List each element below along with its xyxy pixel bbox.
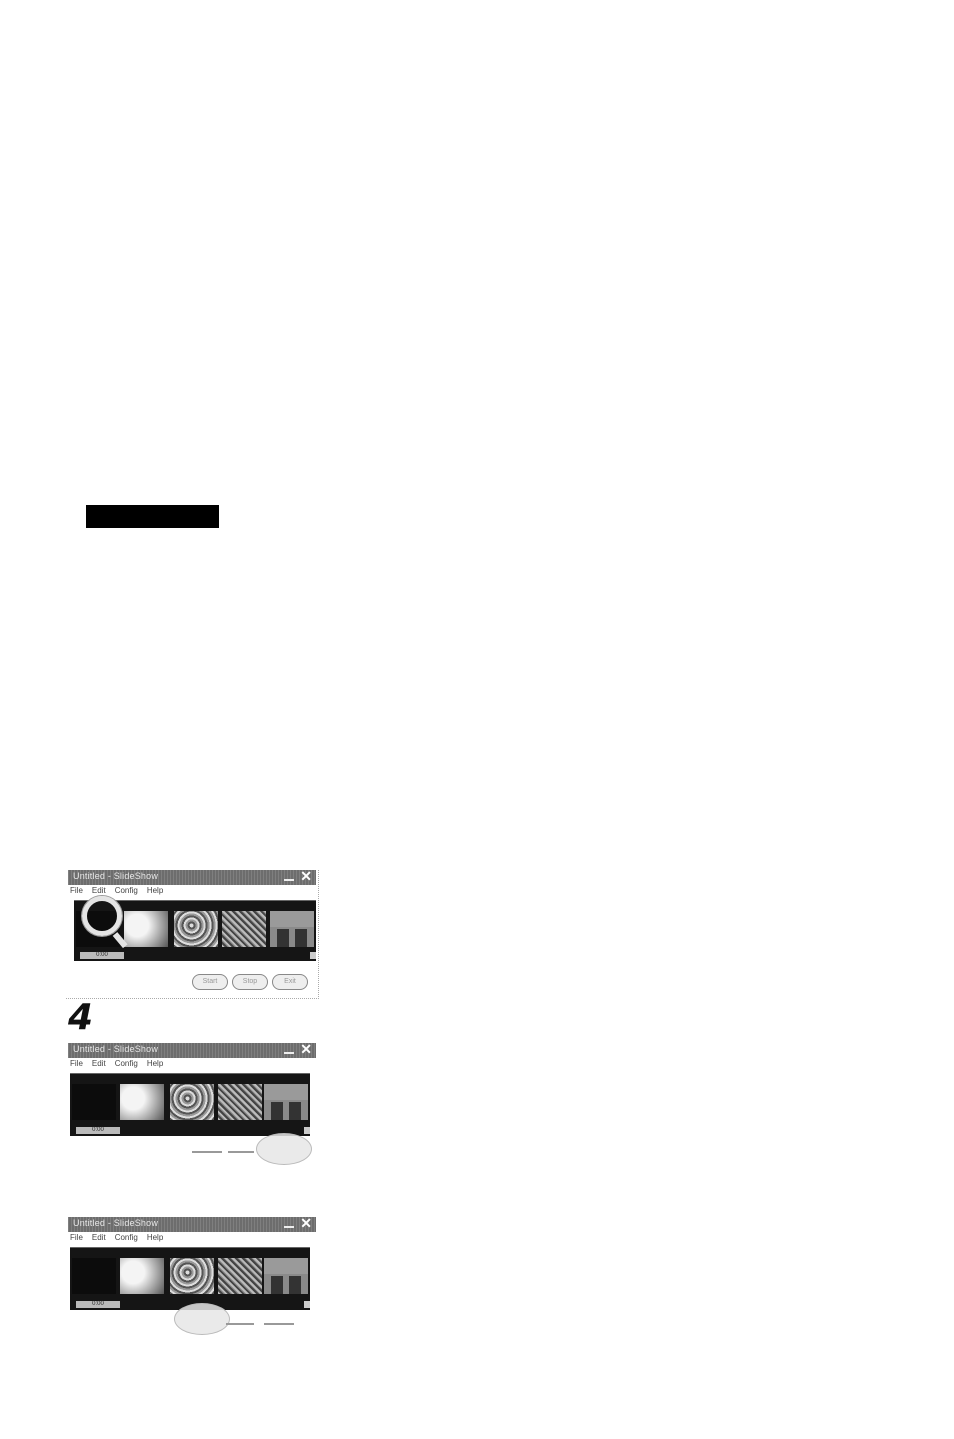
- slide-thumbnail[interactable]: [222, 911, 266, 947]
- slide-thumbnail[interactable]: [218, 1084, 262, 1120]
- action-buttons: Start Stop Exit: [192, 974, 308, 990]
- slide-thumbnail[interactable]: [270, 911, 314, 947]
- window-title: Untitled - SlideShow: [73, 1044, 159, 1054]
- slide-thumbnail[interactable]: [170, 1084, 214, 1120]
- menu-edit[interactable]: Edit: [92, 1059, 106, 1070]
- menu-config[interactable]: Config: [115, 886, 138, 897]
- menu-help[interactable]: Help: [147, 1233, 163, 1244]
- menu-edit[interactable]: Edit: [92, 1233, 106, 1244]
- scrollbar-thumb[interactable]: [304, 1127, 310, 1134]
- start-button[interactable]: Start: [192, 974, 228, 990]
- partial-button: [192, 1151, 222, 1153]
- time-slider[interactable]: 0:00: [80, 952, 124, 959]
- step-number: 4: [68, 997, 94, 1038]
- menu-help[interactable]: Help: [147, 886, 163, 897]
- slide-thumbnail[interactable]: [120, 1258, 164, 1294]
- filmstrip: 0:00: [70, 1247, 310, 1310]
- slide-thumbnail[interactable]: [72, 1258, 116, 1294]
- magnifier-icon: [82, 896, 122, 936]
- slideshow-window-2: Untitled - SlideShow ✕ File Edit Config …: [66, 1042, 318, 1165]
- menu-config[interactable]: Config: [115, 1059, 138, 1070]
- menu-config[interactable]: Config: [115, 1233, 138, 1244]
- minimize-icon[interactable]: [284, 879, 295, 881]
- slideshow-window-1: Untitled - SlideShow ✕ File Edit Config …: [66, 869, 319, 999]
- slide-thumbnail[interactable]: [170, 1258, 214, 1294]
- close-icon[interactable]: ✕: [300, 1216, 312, 1231]
- highlight-marker: [256, 1133, 312, 1165]
- redacted-header-bar: [86, 505, 219, 528]
- slide-thumbnail[interactable]: [124, 911, 168, 947]
- menu-bar: File Edit Config Help: [70, 1233, 163, 1244]
- slide-thumbnail[interactable]: [72, 1084, 116, 1120]
- menu-help[interactable]: Help: [147, 1059, 163, 1070]
- time-slider[interactable]: 0:00: [76, 1301, 120, 1308]
- minimize-icon[interactable]: [284, 1052, 295, 1054]
- scrollbar-thumb[interactable]: [310, 952, 316, 959]
- partial-button: [228, 1151, 254, 1153]
- highlight-marker: [174, 1303, 230, 1335]
- menu-bar: File Edit Config Help: [70, 886, 163, 897]
- slideshow-window-3: Untitled - SlideShow ✕ File Edit Config …: [66, 1216, 318, 1335]
- exit-button[interactable]: Exit: [272, 974, 308, 990]
- title-bar: Untitled - SlideShow ✕: [68, 1216, 316, 1232]
- menu-bar: File Edit Config Help: [70, 1059, 163, 1070]
- title-bar: Untitled - SlideShow ✕: [68, 1042, 316, 1058]
- partial-button: [264, 1323, 294, 1325]
- close-icon[interactable]: ✕: [300, 869, 312, 884]
- slide-thumbnail[interactable]: [174, 911, 218, 947]
- stop-button[interactable]: Stop: [232, 974, 268, 990]
- menu-file[interactable]: File: [70, 1233, 83, 1244]
- filmstrip: 0:00: [70, 1073, 310, 1136]
- menu-file[interactable]: File: [70, 886, 83, 897]
- time-slider[interactable]: 0:00: [76, 1127, 120, 1134]
- slide-thumbnail[interactable]: [264, 1258, 308, 1294]
- window-title: Untitled - SlideShow: [73, 871, 159, 881]
- close-icon[interactable]: ✕: [300, 1042, 312, 1057]
- title-bar: Untitled - SlideShow ✕: [68, 869, 316, 885]
- slide-thumbnail[interactable]: [218, 1258, 262, 1294]
- partial-button: [226, 1323, 254, 1325]
- window-title: Untitled - SlideShow: [73, 1218, 159, 1228]
- menu-file[interactable]: File: [70, 1059, 83, 1070]
- scrollbar-thumb[interactable]: [304, 1301, 310, 1308]
- slide-thumbnail[interactable]: [264, 1084, 308, 1120]
- slide-thumbnail[interactable]: [120, 1084, 164, 1120]
- minimize-icon[interactable]: [284, 1226, 295, 1228]
